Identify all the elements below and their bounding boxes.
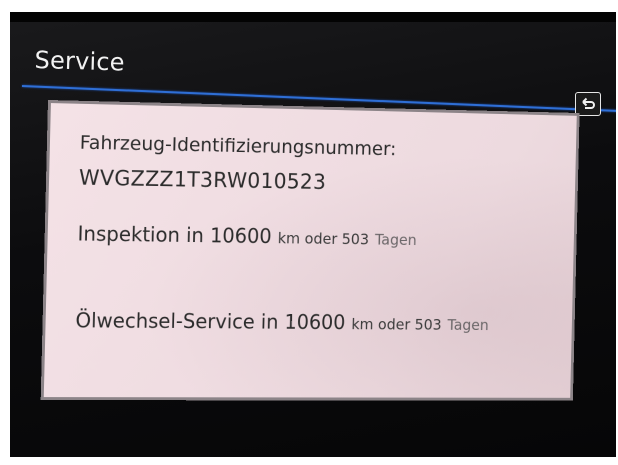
inspection-km-unit: km oder 503 [277,229,370,249]
photo-frame: Service Fahrzeug-Identifizierungsnummer:… [0,0,618,465]
oil-service-days: Tagen [447,316,489,334]
inspection-days: Tagen [374,230,417,249]
inspection-text: Inspektion in 10600 km oder 503 Tagen [77,221,417,249]
page-title: Service [34,46,126,77]
screen-bezel [10,12,616,22]
service-info-panel: Fahrzeug-Identifizierungsnummer: WVGZZZ1… [40,100,580,401]
infotainment-screen: Service Fahrzeug-Identifizierungsnummer:… [10,12,616,457]
oil-service-text: Ölwechsel-Service in 10600 km oder 503 T… [75,308,489,335]
vin-value: WVGZZZ1T3RW010523 [78,165,327,194]
back-arrow-icon [582,97,595,109]
oil-service-prefix: Ölwechsel-Service in 10600 [75,308,346,334]
oil-service-km-unit: km oder 503 [351,315,442,334]
inspection-prefix: Inspektion in 10600 [77,221,272,248]
